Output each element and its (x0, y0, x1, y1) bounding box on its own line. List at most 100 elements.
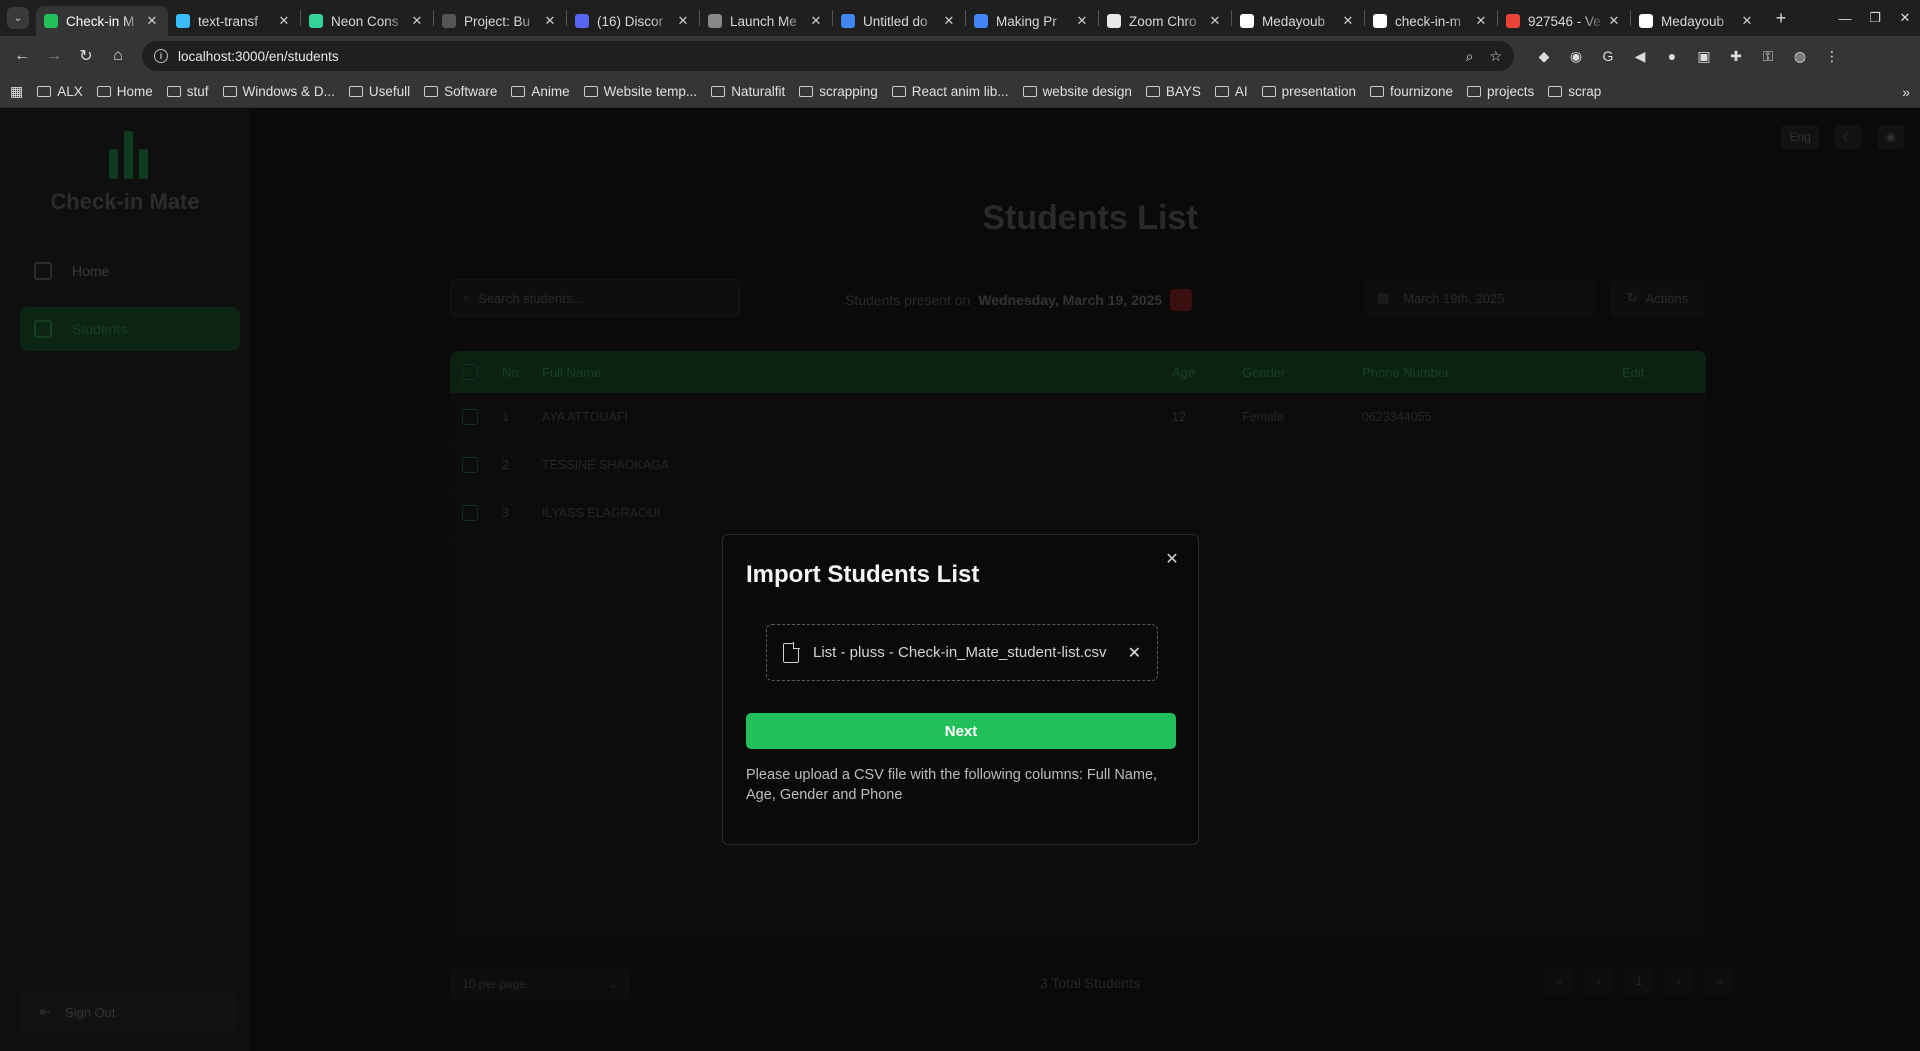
close-tab-icon[interactable]: ✕ (1340, 13, 1356, 29)
bookmark-item[interactable]: website design (1022, 84, 1132, 99)
bookmark-star-icon[interactable]: ☆ (1489, 48, 1502, 65)
zoom-icon[interactable]: ⌕ (1466, 48, 1474, 65)
browser-tab[interactable]: Making Pr ✕ (966, 6, 1098, 36)
row-checkbox[interactable] (462, 456, 478, 473)
actions-button[interactable]: ↻ Actions (1610, 279, 1705, 317)
extension-icon[interactable]: ◀ (1624, 40, 1656, 72)
bookmark-item[interactable]: scrapping (799, 84, 878, 99)
row-checkbox[interactable] (462, 504, 478, 521)
extension-icon[interactable]: ● (1656, 40, 1688, 72)
table-row[interactable]: 1 AYA ATTOUAFI 12 Female 0623344055 (450, 393, 1706, 441)
close-tab-icon[interactable]: ✕ (1606, 13, 1622, 29)
bookmark-item[interactable]: AI (1214, 84, 1248, 99)
close-tab-icon[interactable]: ✕ (276, 13, 292, 29)
close-tab-icon[interactable]: ✕ (1207, 13, 1223, 29)
more-bookmarks-icon[interactable]: » (1902, 84, 1910, 100)
profile-avatar[interactable]: ◍ (1784, 40, 1816, 72)
extension-icon[interactable]: ◆ (1528, 40, 1560, 72)
minimize-icon[interactable]: — (1830, 0, 1860, 36)
grammarly-icon[interactable]: G (1592, 40, 1624, 72)
bookmark-item[interactable]: Website temp... (583, 84, 697, 99)
bookmark-item[interactable]: Naturalfit (711, 84, 785, 99)
language-select[interactable]: Eng (1781, 125, 1819, 149)
pagination-button[interactable]: 1 (1625, 967, 1653, 995)
user-avatar[interactable]: ◉ (1877, 125, 1904, 149)
search-input[interactable]: ⌕ Search students... (450, 279, 740, 317)
bookmarks-bar: ▦ ALX Home stuf Windows & D... Usefull Softwa… (0, 76, 1920, 108)
bookmark-item[interactable]: Anime (511, 84, 570, 99)
pagination-button[interactable]: ‹ (1585, 967, 1613, 995)
browser-tab[interactable]: Launch Me ✕ (700, 6, 832, 36)
more-menu-icon[interactable]: ⋮ (1816, 40, 1848, 72)
browser-tab[interactable]: (16) Discor ✕ (567, 6, 699, 36)
bookmark-item[interactable]: Home (96, 84, 153, 99)
column-header: Gender (1242, 364, 1286, 380)
dialog-title: Import Students List (746, 561, 980, 588)
browser-tab[interactable]: Untitled do ✕ (833, 6, 965, 36)
row-checkbox[interactable] (462, 408, 478, 425)
close-tab-icon[interactable]: ✕ (1074, 13, 1090, 29)
bookmark-item[interactable]: fournizone (1369, 84, 1453, 99)
apps-grid-icon[interactable]: ▦ (10, 83, 23, 100)
sign-out-button[interactable]: ⇤ Sign Out (20, 991, 238, 1033)
close-tab-icon[interactable]: ✕ (409, 13, 425, 29)
bookmark-item[interactable]: Usefull (348, 84, 410, 99)
bookmark-item[interactable]: BAYS (1145, 84, 1201, 99)
camera-icon[interactable]: ▣ (1688, 40, 1720, 72)
extension-icon[interactable]: ◉ (1560, 40, 1592, 72)
browser-tab[interactable]: 927546 - Ve ✕ (1498, 6, 1630, 36)
bookmark-item[interactable]: ALX (37, 84, 83, 99)
reload-button[interactable]: ↻ (70, 40, 102, 72)
close-tab-icon[interactable]: ✕ (1739, 13, 1755, 29)
bookmark-item[interactable]: scrap (1548, 84, 1601, 99)
browser-tab[interactable]: Project: Bu ✕ (434, 6, 566, 36)
bookmark-item[interactable]: Software (424, 84, 497, 99)
table-row[interactable]: 3 ILYASS ELAGRAOUI (450, 489, 1706, 537)
browser-tab[interactable]: Medayoub ✕ (1232, 6, 1364, 36)
pagination-button[interactable]: › (1665, 967, 1693, 995)
close-tab-icon[interactable]: ✕ (808, 13, 824, 29)
close-icon[interactable]: ✕ (1162, 549, 1182, 569)
tab-search-button[interactable]: ⌄ (0, 0, 36, 36)
browser-tab[interactable]: Neon Cons ✕ (301, 6, 433, 36)
favicon-icon (176, 14, 190, 28)
puzzle-icon[interactable]: ✚ (1720, 40, 1752, 72)
bookmark-item[interactable]: presentation (1261, 84, 1356, 99)
table-row[interactable]: 2 TESSINE SHAOKAGA (450, 441, 1706, 489)
sidebar-item-students[interactable]: Students (20, 307, 240, 351)
theme-toggle[interactable]: ☾ (1834, 125, 1862, 149)
bookmark-item[interactable]: stuf (166, 84, 209, 99)
browser-tab[interactable]: Medayoub ✕ (1631, 6, 1763, 36)
home-button[interactable]: ⌂ (102, 40, 134, 72)
browser-tab[interactable]: text-transf ✕ (168, 6, 300, 36)
close-tab-icon[interactable]: ✕ (1473, 13, 1489, 29)
absent-badge[interactable] (1170, 289, 1193, 311)
close-tab-icon[interactable]: ✕ (144, 13, 160, 29)
address-bar[interactable]: i localhost:3000/en/students ⌕ ☆ (142, 41, 1514, 71)
forward-button[interactable]: → (38, 40, 70, 72)
bookmark-item[interactable]: Windows & D... (222, 84, 335, 99)
close-tab-icon[interactable]: ✕ (542, 13, 558, 29)
close-window-icon[interactable]: ✕ (1890, 0, 1920, 36)
date-picker[interactable]: ▤ March 19th, 2025 (1365, 279, 1595, 317)
next-button[interactable]: Next (746, 713, 1176, 749)
close-tab-icon[interactable]: ✕ (675, 13, 691, 29)
close-tab-icon[interactable]: ✕ (941, 13, 957, 29)
browser-tab[interactable]: Check-in M ✕ (36, 6, 168, 36)
bookmark-item[interactable]: projects (1467, 84, 1534, 99)
file-dropzone[interactable]: List - pluss - Check-in_Mate_student-lis… (766, 624, 1158, 681)
pagination-button[interactable]: » (1705, 967, 1733, 995)
restore-icon[interactable]: ❐ (1860, 0, 1890, 36)
select-all-checkbox[interactable] (462, 364, 478, 380)
remove-file-icon[interactable]: ✕ (1128, 643, 1141, 663)
back-button[interactable]: ← (6, 40, 38, 72)
browser-tab[interactable]: Zoom Chro ✕ (1099, 6, 1231, 36)
browser-tab[interactable]: check-in-m ✕ (1365, 6, 1497, 36)
password-key-icon[interactable]: ⚿ (1752, 40, 1784, 72)
site-info-icon[interactable]: i (154, 49, 168, 63)
new-tab-button[interactable]: + (1767, 4, 1795, 32)
bookmark-item[interactable]: React anim lib... (891, 84, 1009, 99)
sidebar-item-home[interactable]: Home (20, 249, 240, 293)
column-header[interactable] (450, 364, 490, 380)
pagination-button[interactable]: « (1545, 967, 1573, 995)
